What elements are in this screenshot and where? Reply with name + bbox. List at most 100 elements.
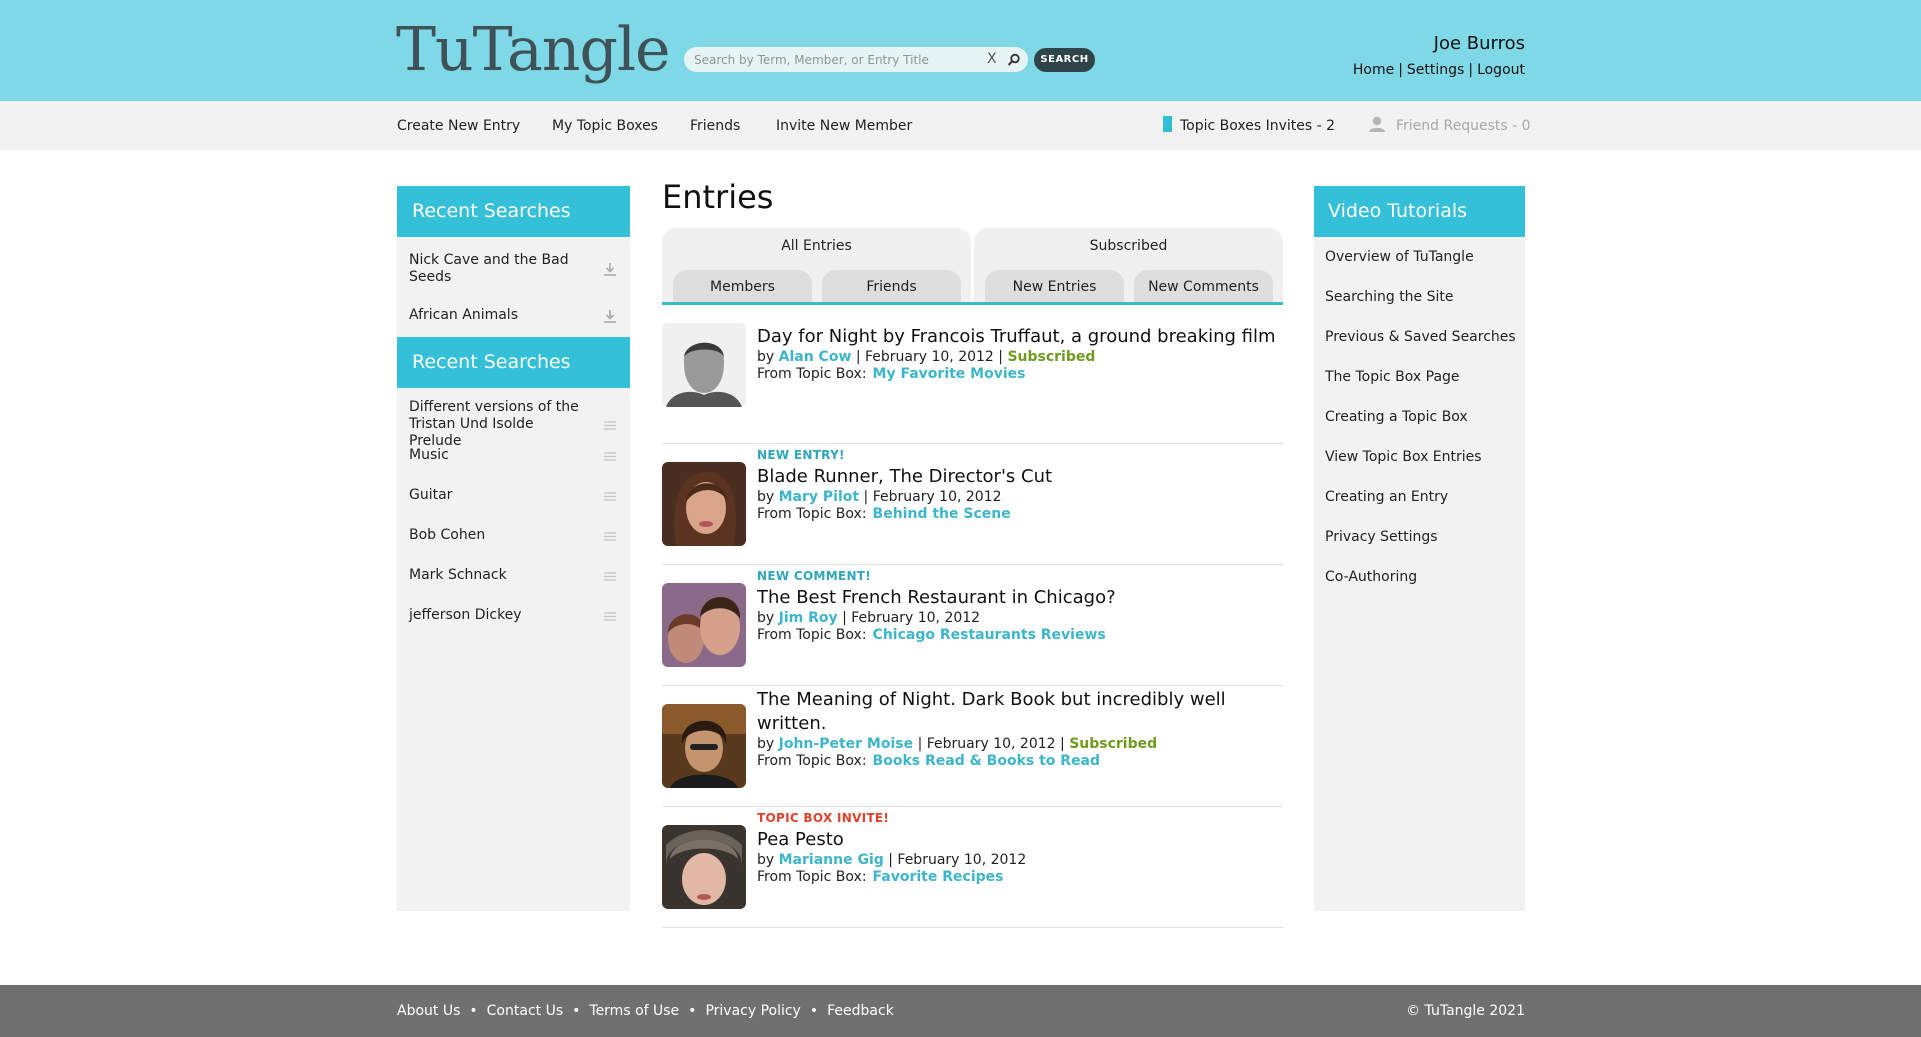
saved-search-item[interactable]: Different versions of the Tristan Und Is… xyxy=(409,399,618,450)
tutorial-link[interactable]: Previous & Saved Searches xyxy=(1325,329,1516,345)
footer-contact-us[interactable]: Contact Us xyxy=(487,1003,563,1019)
avatar[interactable] xyxy=(662,323,746,407)
footer-feedback[interactable]: Feedback xyxy=(827,1003,894,1019)
clear-search-icon[interactable]: X xyxy=(987,50,997,68)
entry-title[interactable]: The Meaning of Night. Dark Book but incr… xyxy=(757,688,1283,736)
recent-search-label: Nick Cave and the Bad Seeds xyxy=(409,252,569,285)
user-name: Joe Burros xyxy=(1433,33,1525,54)
drag-handle-icon[interactable] xyxy=(602,528,618,544)
logo[interactable]: TuTangle xyxy=(396,14,671,86)
entry-title[interactable]: Pea Pesto xyxy=(757,828,1283,852)
saved-search-item[interactable]: jefferson Dickey xyxy=(409,607,618,624)
topic-box-invites[interactable]: Topic Boxes Invites - 2 xyxy=(1163,116,1335,134)
entry-body: NEW ENTRY! Blade Runner, The Director's … xyxy=(757,448,1283,523)
header: TuTangle X SEARCH Joe Burros Home|Settin… xyxy=(0,0,1921,101)
tab-friends[interactable]: Friends xyxy=(822,270,961,302)
right-sidebar: Video Tutorials Overview of TuTangle Sea… xyxy=(1314,186,1525,911)
recent-search-item[interactable]: Nick Cave and the Bad Seeds xyxy=(409,252,618,286)
friend-requests[interactable]: Friend Requests - 0 xyxy=(1368,116,1531,134)
search-icon[interactable] xyxy=(1007,53,1021,67)
by-label: by xyxy=(757,852,775,868)
entry-tabs: All Entries Members Friends Subscribed N… xyxy=(662,228,1283,305)
recent-searches-header: Recent Searches xyxy=(397,186,630,237)
by-label: by xyxy=(757,349,775,365)
author-link[interactable]: Jim Roy xyxy=(779,610,838,626)
tab-new-comments[interactable]: New Comments xyxy=(1134,270,1273,302)
author-link[interactable]: Alan Cow xyxy=(779,349,852,365)
download-icon[interactable] xyxy=(602,261,618,277)
topic-box-link[interactable]: Behind the Scene xyxy=(873,506,1011,522)
main-content: Entries All Entries Members Friends Subs… xyxy=(662,175,1283,928)
drag-handle-icon[interactable] xyxy=(602,568,618,584)
drag-handle-icon[interactable] xyxy=(602,608,618,624)
entry-item[interactable]: The Meaning of Night. Dark Book but incr… xyxy=(662,686,1283,807)
entry-item[interactable]: NEW COMMENT! The Best French Restaurant … xyxy=(662,565,1283,686)
avatar[interactable] xyxy=(662,462,746,546)
tab-members[interactable]: Members xyxy=(673,270,812,302)
author-link[interactable]: Mary Pilot xyxy=(779,489,859,505)
footer-about-us[interactable]: About Us xyxy=(397,1003,460,1019)
tutorial-link[interactable]: The Topic Box Page xyxy=(1325,369,1460,385)
by-label: by xyxy=(757,489,775,505)
nav-invite-new-member[interactable]: Invite New Member xyxy=(776,118,912,134)
saved-search-label: Guitar xyxy=(409,487,453,503)
tab-all-entries[interactable]: All Entries xyxy=(662,238,971,254)
avatar[interactable] xyxy=(662,583,746,667)
saved-search-item[interactable]: Music xyxy=(409,447,618,464)
drag-handle-icon[interactable] xyxy=(602,448,618,464)
tutorial-link[interactable]: Creating an Entry xyxy=(1325,489,1448,505)
topic-box-link[interactable]: My Favorite Movies xyxy=(873,366,1026,382)
search-input[interactable] xyxy=(694,50,974,69)
download-icon[interactable] xyxy=(602,308,618,324)
tab-group-all-entries[interactable]: All Entries Members Friends xyxy=(662,228,971,302)
nav-friends[interactable]: Friends xyxy=(690,118,740,134)
from-topic-label: From Topic Box: xyxy=(757,753,867,769)
entry-item[interactable]: TOPIC BOX INVITE! Pea Pesto by Marianne … xyxy=(662,807,1283,928)
author-link[interactable]: John-Peter Moise xyxy=(779,736,913,752)
author-link[interactable]: Marianne Gig xyxy=(779,852,884,868)
entry-topic-line: From Topic Box: Books Read & Books to Rea… xyxy=(757,753,1283,770)
tutorial-link[interactable]: Overview of TuTangle xyxy=(1325,249,1474,265)
topic-box-link[interactable]: Favorite Recipes xyxy=(873,869,1004,885)
video-tutorials-header: Video Tutorials xyxy=(1314,186,1525,237)
saved-search-item[interactable]: Bob Cohen xyxy=(409,527,618,544)
tutorial-link[interactable]: Privacy Settings xyxy=(1325,529,1438,545)
avatar[interactable] xyxy=(662,825,746,909)
nav-create-new-entry[interactable]: Create New Entry xyxy=(397,118,520,134)
home-link[interactable]: Home xyxy=(1353,62,1394,78)
tutorial-link[interactable]: View Topic Box Entries xyxy=(1325,449,1482,465)
saved-search-item[interactable]: Guitar xyxy=(409,487,618,504)
entry-title[interactable]: Blade Runner, The Director's Cut xyxy=(757,465,1283,489)
tutorial-link[interactable]: Co-Authoring xyxy=(1325,569,1417,585)
entry-item[interactable]: Day for Night by Francois Truffaut, a gr… xyxy=(662,323,1283,444)
entry-title[interactable]: The Best French Restaurant in Chicago? xyxy=(757,586,1283,610)
from-topic-label: From Topic Box: xyxy=(757,506,867,522)
person-icon xyxy=(1369,116,1385,132)
entry-date: | February 10, 2012 xyxy=(863,489,1002,505)
tutorial-link[interactable]: Searching the Site xyxy=(1325,289,1454,305)
footer-separator: • xyxy=(809,1003,819,1019)
tutorial-link[interactable]: Creating a Topic Box xyxy=(1325,409,1468,425)
footer-privacy-policy[interactable]: Privacy Policy xyxy=(705,1003,800,1019)
settings-link[interactable]: Settings xyxy=(1407,62,1464,78)
footer-terms-of-use[interactable]: Terms of Use xyxy=(589,1003,679,1019)
entry-topic-line: From Topic Box: Behind the Scene xyxy=(757,506,1283,523)
drag-handle-icon[interactable] xyxy=(602,488,618,504)
nav-my-topic-boxes[interactable]: My Topic Boxes xyxy=(552,118,658,134)
footer: About Us • Contact Us • Terms of Use • Privacy… xyxy=(0,985,1921,1037)
entry-title[interactable]: Day for Night by Francois Truffaut, a gr… xyxy=(757,325,1283,349)
by-label: by xyxy=(757,736,775,752)
avatar[interactable] xyxy=(662,704,746,788)
entry-item[interactable]: NEW ENTRY! Blade Runner, The Director's … xyxy=(662,444,1283,565)
saved-search-item[interactable]: Mark Schnack xyxy=(409,567,618,584)
tab-group-subscribed[interactable]: Subscribed New Entries New Comments xyxy=(974,228,1283,302)
recent-search-item[interactable]: African Animals xyxy=(409,307,618,324)
search-box[interactable]: X xyxy=(684,47,1028,72)
tab-subscribed[interactable]: Subscribed xyxy=(974,238,1283,254)
topic-box-link[interactable]: Books Read & Books to Read xyxy=(873,753,1100,769)
drag-handle-icon[interactable] xyxy=(602,417,618,433)
search-button[interactable]: SEARCH xyxy=(1034,48,1095,72)
tab-new-entries[interactable]: New Entries xyxy=(985,270,1124,302)
topic-box-link[interactable]: Chicago Restaurants Reviews xyxy=(873,627,1106,643)
logout-link[interactable]: Logout xyxy=(1477,62,1525,78)
